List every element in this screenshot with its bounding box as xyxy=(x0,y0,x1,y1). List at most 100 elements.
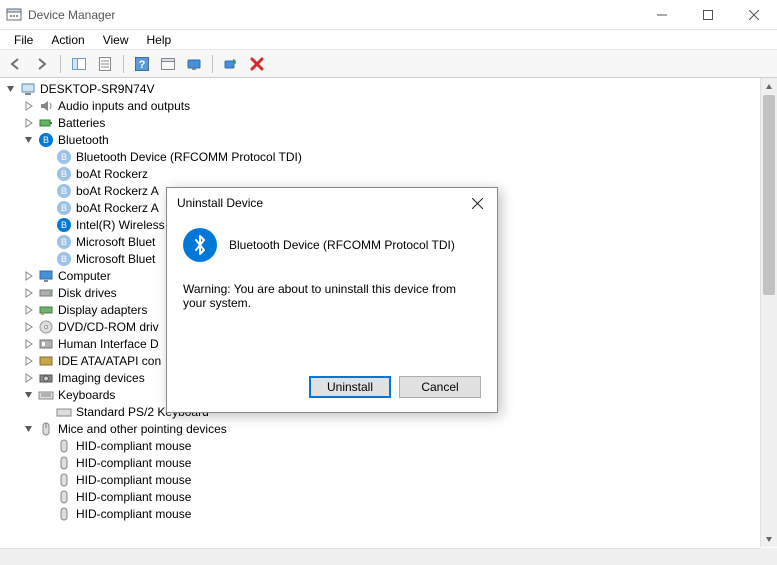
mouse-icon xyxy=(56,489,72,505)
dvd-icon xyxy=(38,319,54,335)
menu-view[interactable]: View xyxy=(95,31,137,49)
dialog-warning-text: Warning: You are about to uninstall this… xyxy=(183,276,481,310)
dialog-close-button[interactable] xyxy=(457,188,497,218)
bluetooth-icon: B xyxy=(56,166,72,182)
help-button[interactable]: ? xyxy=(130,53,154,75)
tree-item-bt-device[interactable]: BboAt Rockerz xyxy=(0,165,777,182)
show-hide-console-tree-button[interactable] xyxy=(67,53,91,75)
minimize-button[interactable] xyxy=(639,0,685,30)
tree-item-mouse-child[interactable]: HID-compliant mouse xyxy=(0,437,777,454)
collapse-icon[interactable] xyxy=(22,422,36,436)
mouse-icon xyxy=(56,455,72,471)
expand-icon[interactable] xyxy=(22,269,36,283)
tree-label: IDE ATA/ATAPI con xyxy=(58,354,161,368)
expand-icon[interactable] xyxy=(22,337,36,351)
app-icon xyxy=(6,7,22,23)
bluetooth-icon: B xyxy=(56,200,72,216)
mouse-icon xyxy=(38,421,54,437)
collapse-icon[interactable] xyxy=(22,133,36,147)
horizontal-scrollbar[interactable] xyxy=(0,548,760,565)
tree-label: Bluetooth xyxy=(58,133,109,147)
bluetooth-icon: B xyxy=(56,234,72,250)
expand-icon[interactable] xyxy=(22,303,36,317)
audio-icon xyxy=(38,98,54,114)
expand-icon[interactable] xyxy=(22,99,36,113)
keyboard-icon xyxy=(38,387,54,403)
tree-label: boAt Rockerz xyxy=(76,167,148,181)
bluetooth-icon: B xyxy=(56,183,72,199)
window-title: Device Manager xyxy=(28,8,639,22)
bluetooth-icon: B xyxy=(56,149,72,165)
scan-hardware-button[interactable] xyxy=(219,53,243,75)
toolbar: ? xyxy=(0,50,777,78)
menu-action[interactable]: Action xyxy=(43,31,92,49)
maximize-button[interactable] xyxy=(685,0,731,30)
collapse-icon[interactable] xyxy=(22,388,36,402)
tree-label: DVD/CD-ROM driv xyxy=(58,320,159,334)
update-driver-button[interactable] xyxy=(182,53,206,75)
tree-label: boAt Rockerz A xyxy=(76,184,159,198)
menu-help[interactable]: Help xyxy=(139,31,180,49)
mouse-icon xyxy=(56,438,72,454)
tree-label: Keyboards xyxy=(58,388,115,402)
tree-label: HID-compliant mouse xyxy=(76,490,191,504)
tree-label: boAt Rockerz A xyxy=(76,201,159,215)
bluetooth-large-icon xyxy=(183,228,217,262)
tree-item-audio[interactable]: Audio inputs and outputs xyxy=(0,97,777,114)
properties-button[interactable] xyxy=(93,53,117,75)
cancel-button[interactable]: Cancel xyxy=(399,376,481,398)
disk-icon xyxy=(38,285,54,301)
tree-label: Disk drives xyxy=(58,286,117,300)
tree-item-mouse-child[interactable]: HID-compliant mouse xyxy=(0,505,777,522)
monitor-icon xyxy=(38,268,54,284)
scroll-thumb[interactable] xyxy=(763,95,775,295)
vertical-scrollbar[interactable] xyxy=(760,78,777,547)
tree-label: Intel(R) Wireless xyxy=(76,218,165,232)
collapse-icon[interactable] xyxy=(4,82,18,96)
scroll-up-icon[interactable] xyxy=(761,78,777,95)
bluetooth-icon: B xyxy=(56,251,72,267)
tree-item-batteries[interactable]: Batteries xyxy=(0,114,777,131)
expand-icon[interactable] xyxy=(22,286,36,300)
tree-label: Batteries xyxy=(58,116,105,130)
tree-label: Mice and other pointing devices xyxy=(58,422,227,436)
tree-label: Imaging devices xyxy=(58,371,145,385)
options-button[interactable] xyxy=(156,53,180,75)
scroll-track[interactable] xyxy=(761,95,777,530)
svg-text:?: ? xyxy=(139,59,146,71)
expand-icon[interactable] xyxy=(22,354,36,368)
toolbar-separator xyxy=(212,55,213,73)
tree-label: Display adapters xyxy=(58,303,147,317)
menubar: File Action View Help xyxy=(0,30,777,50)
toolbar-separator xyxy=(123,55,124,73)
tree-item-mouse-child[interactable]: HID-compliant mouse xyxy=(0,471,777,488)
scroll-down-icon[interactable] xyxy=(761,530,777,547)
display-adapter-icon xyxy=(38,302,54,318)
keyboard-icon xyxy=(56,404,72,420)
tree-root[interactable]: DESKTOP-SR9N74V xyxy=(0,80,777,97)
tree-item-mouse-child[interactable]: HID-compliant mouse xyxy=(0,488,777,505)
menu-file[interactable]: File xyxy=(6,31,41,49)
expand-icon[interactable] xyxy=(22,371,36,385)
expand-icon[interactable] xyxy=(22,116,36,130)
expand-icon[interactable] xyxy=(22,320,36,334)
mouse-icon xyxy=(56,472,72,488)
computer-icon xyxy=(20,81,36,97)
dialog-titlebar[interactable]: Uninstall Device xyxy=(167,188,497,218)
tree-label: HID-compliant mouse xyxy=(76,473,191,487)
tree-item-mouse-child[interactable]: HID-compliant mouse xyxy=(0,454,777,471)
tree-label: HID-compliant mouse xyxy=(76,507,191,521)
tree-item-bluetooth[interactable]: B Bluetooth xyxy=(0,131,777,148)
close-button[interactable] xyxy=(731,0,777,30)
ide-icon xyxy=(38,353,54,369)
tree-label: Bluetooth Device (RFCOMM Protocol TDI) xyxy=(76,150,302,164)
forward-button[interactable] xyxy=(30,53,54,75)
uninstall-device-button[interactable] xyxy=(245,53,269,75)
titlebar: Device Manager xyxy=(0,0,777,30)
tree-item-bt-rfcomm[interactable]: B Bluetooth Device (RFCOMM Protocol TDI) xyxy=(0,148,777,165)
back-button[interactable] xyxy=(4,53,28,75)
toolbar-separator xyxy=(60,55,61,73)
tree-item-mice[interactable]: Mice and other pointing devices xyxy=(0,420,777,437)
dialog-device-name: Bluetooth Device (RFCOMM Protocol TDI) xyxy=(229,238,455,252)
uninstall-button[interactable]: Uninstall xyxy=(309,376,391,398)
